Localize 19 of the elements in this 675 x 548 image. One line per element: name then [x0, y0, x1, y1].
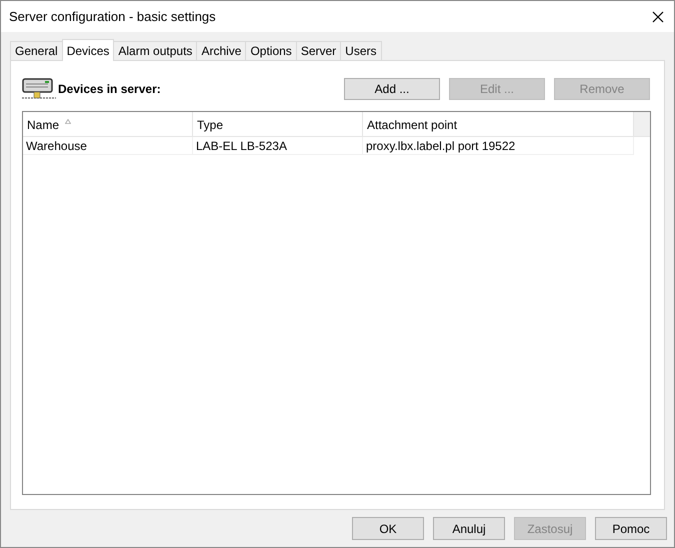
sort-icon	[65, 119, 72, 124]
table-cell: Warehouse	[23, 137, 193, 154]
tab[interactable]: Devices	[62, 39, 114, 61]
dialog-button[interactable]: Anuluj	[433, 517, 505, 540]
column-header[interactable]: Type	[193, 112, 363, 136]
dialog-button[interactable]: Pomoc	[595, 517, 667, 540]
table-cell: proxy.lbx.label.pl port 19522	[363, 137, 634, 154]
action-button[interactable]: Add ...	[344, 78, 440, 100]
window-title: Server configuration - basic settings	[9, 9, 216, 24]
tab[interactable]: Users	[340, 41, 382, 60]
tab[interactable]: General	[10, 41, 63, 60]
section-label: Devices in server:	[58, 82, 161, 96]
tab[interactable]: Alarm outputs	[113, 41, 198, 60]
server-icon	[22, 77, 56, 101]
close-icon[interactable]	[652, 10, 664, 22]
table-cell: LAB-EL LB-523A	[193, 137, 363, 154]
column-header[interactable]: Name	[23, 112, 193, 136]
tab[interactable]: Options	[245, 41, 297, 60]
dialog-button[interactable]: OK	[352, 517, 424, 540]
